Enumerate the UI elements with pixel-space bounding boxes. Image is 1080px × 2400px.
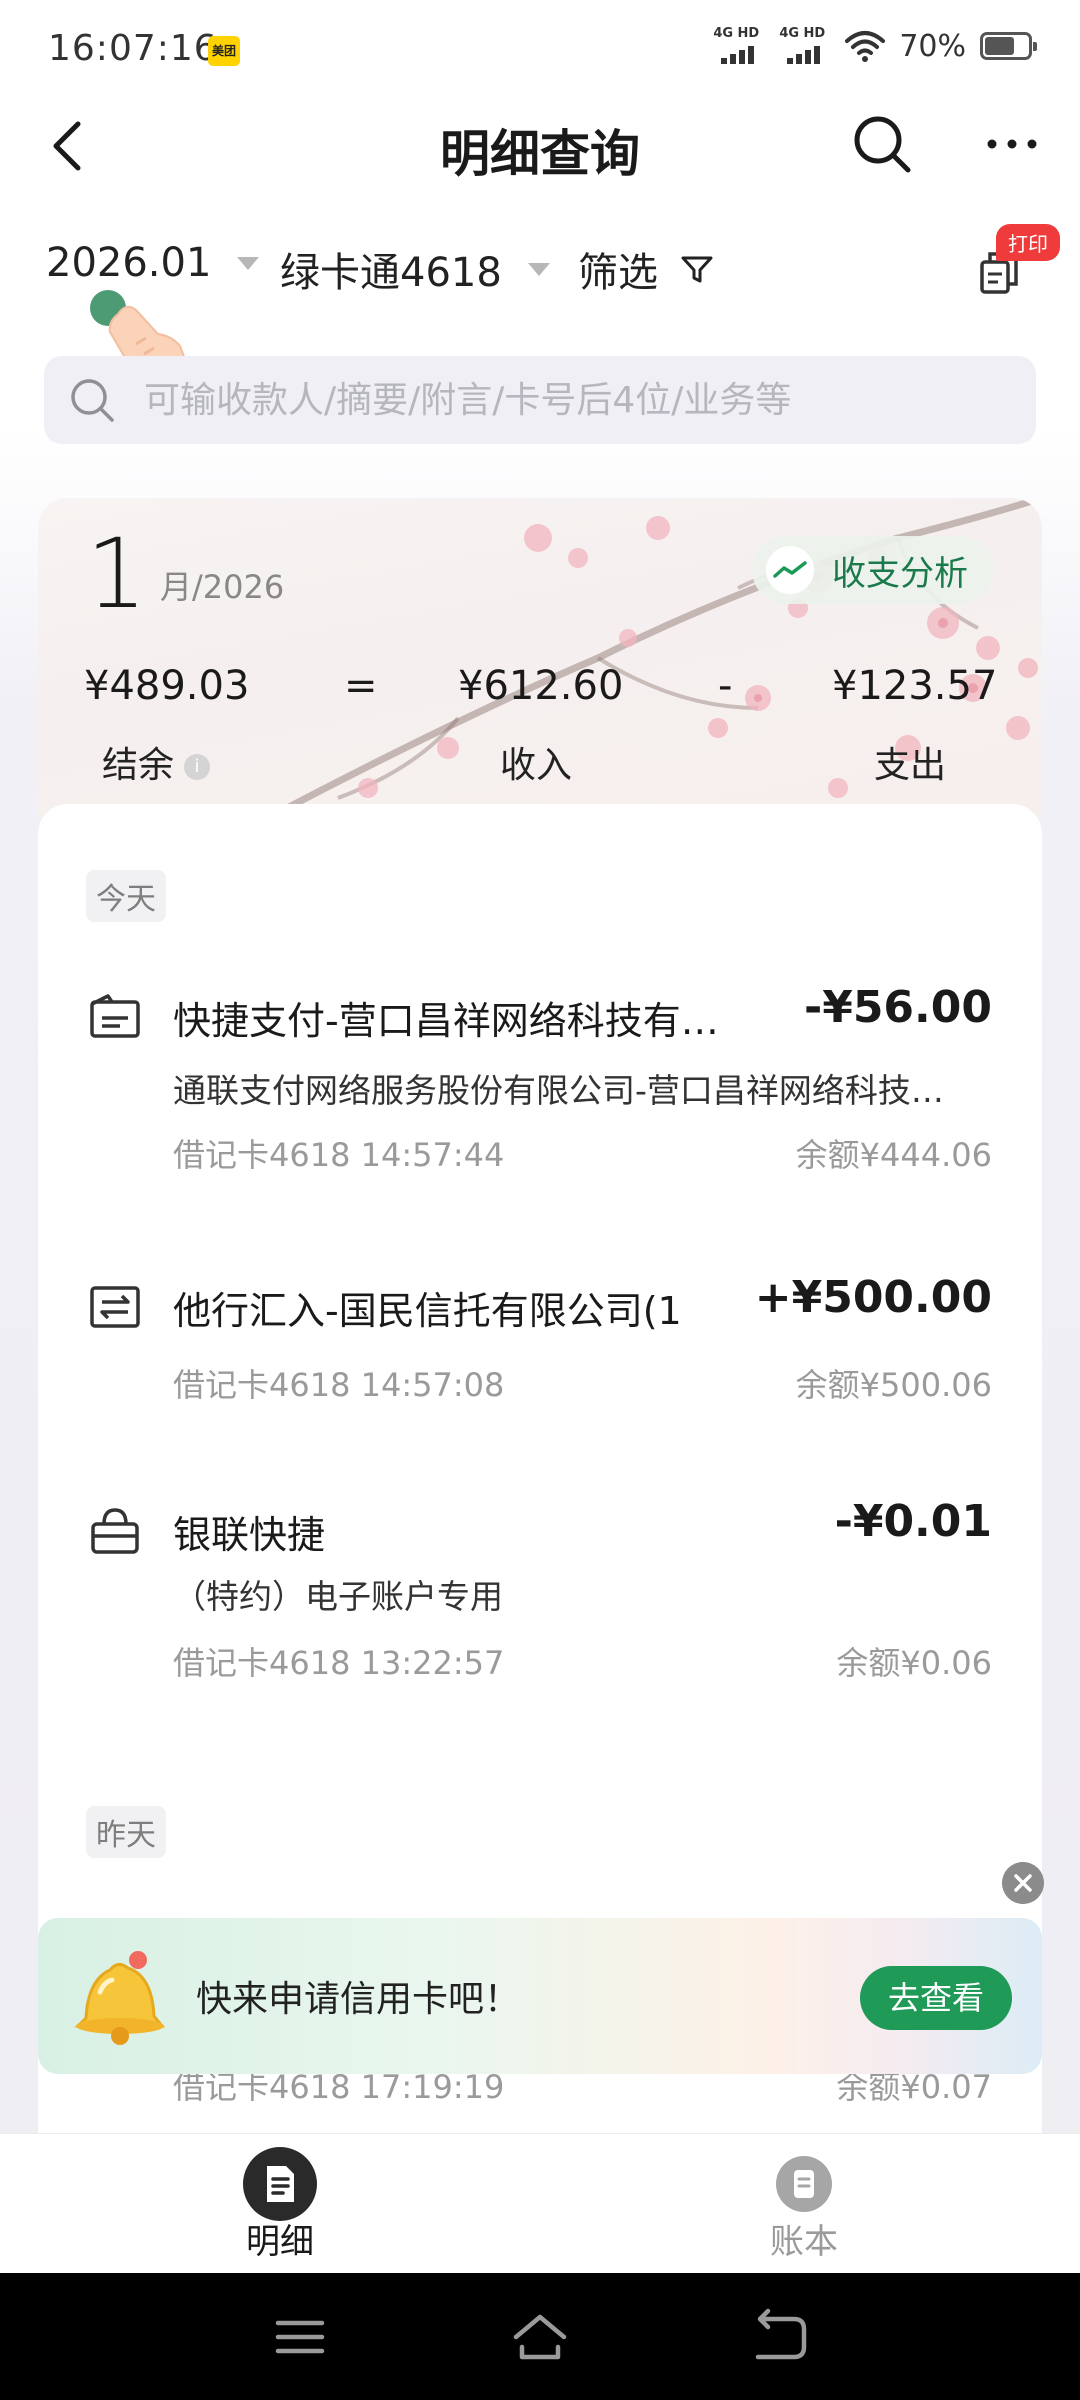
trend-icon <box>766 546 814 594</box>
caret-down-icon <box>237 256 260 270</box>
app-header: 明细查询 <box>0 100 1080 200</box>
screen-filter[interactable]: 筛选 <box>578 240 714 298</box>
expense-label: 支出 <box>874 745 947 786</box>
signal-icon-2: 4G HD <box>779 26 831 66</box>
status-time: 16:07:16 <box>48 28 218 69</box>
summary-amounts: ¥489.03 = ¥612.60 - ¥123.57 <box>38 663 1042 723</box>
day-tag-yesterday: 昨天 <box>86 1806 166 1858</box>
transaction-name: 他行汇入-国民信托有限公司(1 <box>173 1289 682 1333</box>
menu-icon[interactable] <box>270 2307 330 2367</box>
transaction-meta: 借记卡4618 14:57:44 <box>173 1136 505 1174</box>
transaction-meta: 借记卡4618 13:22:57 <box>173 1644 505 1682</box>
basket-icon <box>91 1508 139 1554</box>
transaction-balance: 余额¥500.06 <box>795 1366 992 1404</box>
analysis-label: 收支分析 <box>832 553 968 594</box>
status-right: 4G HD 4G HD 70% <box>713 26 1037 66</box>
transaction-amount: -¥56.00 <box>803 982 992 1033</box>
meituan-notification-icon: 美团 <box>208 36 240 66</box>
month-summary-card: 1 月/2026 收支分析 ¥489.03 = ¥612.60 - ¥123.5… <box>38 498 1042 818</box>
transaction-description: 通联支付网络服务股份有限公司-营口昌祥网络科技有限公司 <box>173 1071 963 1110</box>
transaction-detail-page: 16:07:16 美团 4G HD 4G HD 70% 明细查询 2026.01… <box>0 0 1080 2400</box>
income-label: 收入 <box>500 745 573 786</box>
minus-sign: - <box>718 663 733 709</box>
transaction-balance: 余额¥0.06 <box>836 1644 992 1682</box>
summary-month-year: 月/2026 <box>160 568 285 606</box>
transaction-amount: +¥500.00 <box>754 1272 992 1323</box>
transaction-amount: -¥0.01 <box>834 1496 992 1547</box>
funnel-icon <box>681 256 713 283</box>
transaction-name: 银联快捷 <box>173 1513 326 1557</box>
bottom-navigation: 明细 账本 <box>0 2133 1080 2273</box>
battery-percent: 70% <box>899 28 966 64</box>
wifi-icon <box>845 31 886 62</box>
card-filter[interactable]: 绿卡通4618 <box>280 240 550 298</box>
nav-detail-label: 明细 <box>246 2222 314 2262</box>
day-tag-today: 今天 <box>86 870 166 922</box>
close-icon[interactable] <box>1002 1862 1044 1904</box>
back-icon[interactable] <box>750 2307 810 2367</box>
promo-text: 快来申请信用卡吧！ <box>196 1979 521 2020</box>
search-icon[interactable] <box>850 112 914 176</box>
credit-card-promo-banner[interactable]: 快来申请信用卡吧！ 去查看 <box>38 1918 1042 2074</box>
receipt-icon <box>90 994 140 1038</box>
income-amount: ¥612.60 <box>458 663 624 709</box>
promo-view-button[interactable]: 去查看 <box>860 1966 1012 2030</box>
search-input[interactable] <box>144 356 1004 444</box>
transaction-meta: 借记卡4618 14:57:08 <box>173 1366 505 1404</box>
transaction-name: 快捷支付-营口昌祥网络科技有限公司 <box>173 999 733 1043</box>
nav-account-book[interactable]: 账本 <box>704 2134 904 2274</box>
card-filter-label: 绿卡通4618 <box>280 250 502 296</box>
screen-filter-label: 筛选 <box>578 250 658 296</box>
home-icon[interactable] <box>510 2307 570 2367</box>
detail-document-icon <box>243 2147 317 2221</box>
balance-amount: ¥489.03 <box>84 663 250 709</box>
equals-sign: = <box>344 663 378 709</box>
print-badge: 打印 <box>996 224 1060 261</box>
transaction-description: （特约）电子账户专用 <box>173 1577 503 1616</box>
page-title: 明细查询 <box>440 125 640 183</box>
nav-book-label: 账本 <box>770 2222 838 2262</box>
info-icon[interactable]: i <box>184 754 211 780</box>
status-bar: 16:07:16 美团 4G HD 4G HD 70% <box>0 0 1080 100</box>
network-type-2: 4G HD <box>779 26 826 41</box>
network-type-1: 4G HD <box>713 26 760 41</box>
search-bar[interactable] <box>44 356 1036 444</box>
nav-detail[interactable]: 明细 <box>180 2134 380 2274</box>
search-icon <box>71 379 114 422</box>
caret-down-icon <box>527 262 550 276</box>
more-icon[interactable] <box>980 112 1044 176</box>
signal-icon: 4G HD <box>713 26 765 66</box>
expense-amount: ¥123.57 <box>832 663 998 709</box>
summary-month-number: 1 <box>86 518 148 630</box>
balance-label: 结余 <box>102 745 175 786</box>
transaction-balance: 余额¥444.06 <box>795 1136 992 1174</box>
balance-label-group: 结余 i <box>102 736 211 788</box>
income-expense-analysis-button[interactable]: 收支分析 <box>752 536 994 604</box>
battery-icon <box>980 32 1037 60</box>
transfer-icon <box>90 1286 140 1328</box>
system-navigation-bar <box>0 2273 1080 2400</box>
account-book-icon <box>776 2156 832 2212</box>
bell-icon <box>74 1951 166 2045</box>
